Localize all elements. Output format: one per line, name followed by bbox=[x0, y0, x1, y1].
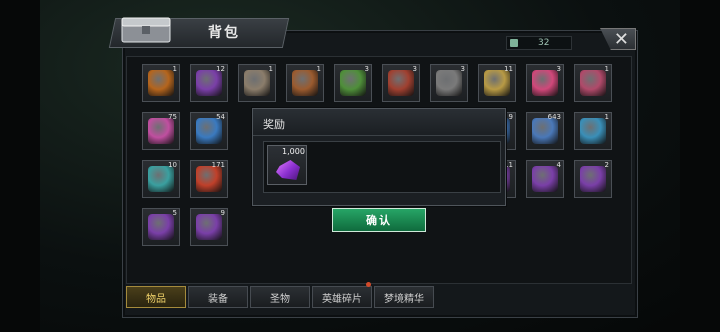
item-count: 171 bbox=[211, 161, 225, 169]
inventory-slot[interactable]: 5 bbox=[142, 208, 180, 246]
inventory-slot[interactable]: 171 bbox=[190, 160, 228, 198]
inventory-slot[interactable]: 9 bbox=[190, 208, 228, 246]
inventory-slot[interactable]: 54 bbox=[190, 112, 228, 150]
teal-chip-icon bbox=[148, 166, 174, 192]
item-count: 9 bbox=[220, 209, 225, 217]
inventory-slot[interactable]: 75 bbox=[142, 112, 180, 150]
red-coin-icon bbox=[388, 70, 414, 96]
reward-dialog: 奖励 1,000 bbox=[252, 108, 506, 206]
cube-box-icon bbox=[244, 70, 270, 96]
inventory-slot[interactable]: 1 bbox=[574, 112, 612, 150]
item-count: 3 bbox=[556, 65, 561, 73]
chest-icon bbox=[121, 17, 171, 43]
right-border bbox=[680, 0, 720, 332]
item-count: 12 bbox=[216, 65, 225, 73]
number-coin-icon bbox=[436, 70, 462, 96]
tab-hero-shards[interactable]: 英雄碎片 bbox=[312, 286, 372, 308]
dialog-title: 奖励 bbox=[263, 118, 285, 131]
currency-display: 32 bbox=[506, 36, 572, 50]
tab-equipment[interactable]: 装备 bbox=[188, 286, 248, 308]
item-count: 2 bbox=[604, 161, 609, 169]
item-count: 3 bbox=[412, 65, 417, 73]
inventory-slot[interactable]: 12 bbox=[190, 64, 228, 102]
inventory-slot[interactable]: 11 bbox=[478, 64, 516, 102]
item-count: 1 bbox=[172, 65, 177, 73]
pink-candy-icon bbox=[532, 70, 558, 96]
item-count: 11 bbox=[504, 65, 513, 73]
red-chip-icon bbox=[196, 166, 222, 192]
item-count: 1 bbox=[268, 65, 273, 73]
inventory-slot[interactable]: 10 bbox=[142, 160, 180, 198]
item-count: 1 bbox=[604, 65, 609, 73]
close-icon: ✕ bbox=[613, 28, 629, 50]
ticket-stack-icon bbox=[532, 118, 558, 144]
purple-scroll-icon bbox=[196, 214, 222, 240]
inventory-slot[interactable]: 1 bbox=[238, 64, 276, 102]
reward-list: 1,000 bbox=[263, 141, 501, 193]
ticket-icon bbox=[510, 39, 518, 47]
inventory-slot[interactable]: 643 bbox=[526, 112, 564, 150]
item-count: 5 bbox=[172, 209, 177, 217]
blue-puck-icon bbox=[196, 118, 222, 144]
inventory-slot[interactable]: 1 bbox=[574, 64, 612, 102]
purple-scroll-icon bbox=[532, 166, 558, 192]
purple-scroll-icon bbox=[148, 214, 174, 240]
item-count: 4 bbox=[556, 161, 561, 169]
item-count: 10 bbox=[168, 161, 177, 169]
item-count: 643 bbox=[547, 113, 561, 121]
24h-card-icon bbox=[484, 70, 510, 96]
wooden-chest-icon bbox=[292, 70, 318, 96]
item-count: 54 bbox=[216, 113, 225, 121]
purple-chest-icon bbox=[196, 70, 222, 96]
confirm-button[interactable]: 确认 bbox=[332, 208, 426, 232]
item-count: 3 bbox=[460, 65, 465, 73]
tab-bar: 物品 装备 圣物 英雄碎片 梦境精华 bbox=[126, 286, 436, 308]
reward-item[interactable]: 1,000 bbox=[267, 145, 307, 185]
inventory-slot[interactable]: 2 bbox=[574, 160, 612, 198]
dice-box-icon bbox=[580, 70, 606, 96]
purple-scroll-icon bbox=[580, 166, 606, 192]
inventory-slot[interactable]: 3 bbox=[430, 64, 468, 102]
inventory-slot[interactable]: 4 bbox=[526, 160, 564, 198]
inventory-slot[interactable]: 1 bbox=[286, 64, 324, 102]
dialog-header: 奖励 bbox=[253, 109, 505, 136]
item-count: 3 bbox=[364, 65, 369, 73]
currency-value: 32 bbox=[538, 38, 550, 48]
blue-token-icon bbox=[580, 118, 606, 144]
left-border bbox=[0, 0, 40, 332]
purple-gem-icon bbox=[276, 160, 300, 180]
inventory-slot[interactable]: 3 bbox=[526, 64, 564, 102]
treasure-chest-icon bbox=[148, 70, 174, 96]
window-title: 背包 bbox=[208, 25, 240, 41]
tab-dream-essence[interactable]: 梦境精华 bbox=[374, 286, 434, 308]
item-count: 75 bbox=[168, 113, 177, 121]
inventory-slot[interactable]: 3 bbox=[382, 64, 420, 102]
film-reel-icon bbox=[148, 118, 174, 144]
item-count: 1 bbox=[316, 65, 321, 73]
tab-items[interactable]: 物品 bbox=[126, 286, 186, 308]
inventory-slot[interactable]: 3 bbox=[334, 64, 372, 102]
green-gear-icon bbox=[340, 70, 366, 96]
notification-dot bbox=[366, 282, 371, 287]
reward-count: 1,000 bbox=[282, 147, 305, 156]
item-count: 9 bbox=[508, 113, 513, 121]
item-count: 1 bbox=[604, 113, 609, 121]
tab-relics[interactable]: 圣物 bbox=[250, 286, 310, 308]
inventory-slot[interactable]: 1 bbox=[142, 64, 180, 102]
